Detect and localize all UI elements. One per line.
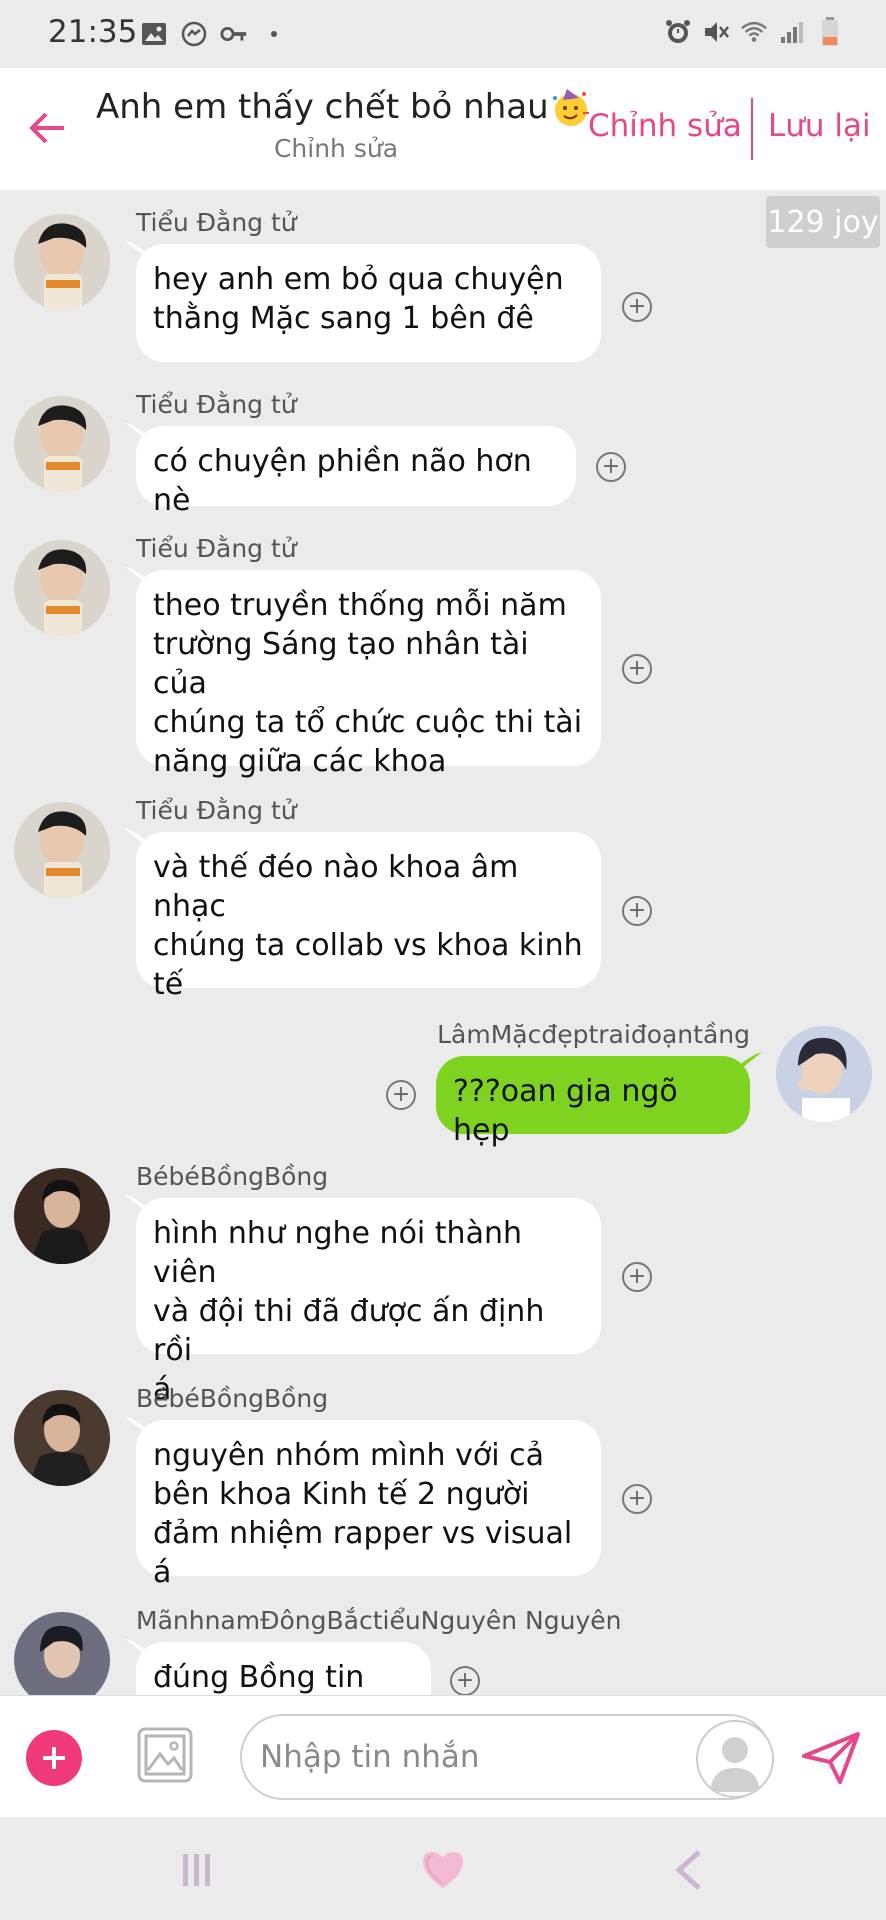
sender-name: Tiểu Đằng tử [136,208,297,237]
header-divider [751,98,753,160]
arrow-left-icon [29,112,64,144]
party-face-icon [549,86,591,128]
user-silhouette-icon [710,1737,760,1792]
avatar[interactable] [14,802,110,898]
chat-title: Anh em thấy chết bỏ nhau [96,87,549,127]
message-list[interactable]: 129 joy Tiểu Đằng tử hey anh em bỏ qua c… [0,190,886,1695]
chat-header: Anh em thấy chết bỏ nhau Chỉnh sửa Chỉnh… [0,68,886,190]
recent-apps-icon [183,1854,210,1886]
alarm-icon [664,18,692,46]
chat-subtitle[interactable]: Chỉnh sửa [96,134,576,163]
home-heart-icon [423,1852,463,1888]
message-bubble[interactable]: theo truyền thống mỗi năm trường Sáng tạ… [124,566,601,779]
image-picker-button[interactable] [136,1726,194,1784]
status-bar: 21:35 [0,0,886,68]
wifi-icon [740,18,768,46]
edit-button[interactable]: Chỉnh sửa [588,108,742,144]
image-icon [137,1727,193,1783]
message-item: Tiểu Đằng tử theo truyền thống mỗi năm t… [0,534,886,780]
message-line: ???oan gia ngõ hẹp [453,1074,678,1148]
sender-name: BébéBồngBồng [136,1384,329,1413]
react-plus-button[interactable]: + [386,1080,416,1110]
messenger-icon [180,20,208,48]
message-bubble[interactable]: hey anh em bỏ qua chuyện thằng Mặc sang … [124,240,601,362]
react-plus-button[interactable]: + [596,452,626,482]
title-block: Anh em thấy chết bỏ nhau Chỉnh sửa [96,86,589,163]
back-icon [675,1850,701,1890]
message-line: hình như nghe nói thành viên [153,1216,522,1290]
avatar[interactable] [14,540,110,636]
message-item: MãnhnamĐôngBắctiểuNguyên Nguyên đúng Bồn… [0,1606,886,1695]
message-line: nguyên nhóm mình với cả [153,1438,544,1473]
message-bubble[interactable]: và thế đéo nào khoa âm nhạc chúng ta col… [124,828,601,1002]
avatar[interactable] [14,214,110,310]
message-line: đúng Bồng tin tức [153,1660,365,1695]
signal-icon [778,18,806,46]
message-line: đảm nhiệm rapper vs visual á [153,1516,573,1590]
avatar[interactable] [14,1390,110,1486]
avatar[interactable] [776,1026,872,1122]
message-line: và đội thi đã được ấn định rồi [153,1294,545,1368]
react-plus-button[interactable]: + [622,1484,652,1514]
status-time: 21:35 [48,14,138,50]
sender-name: Tiểu Đằng tử [136,390,297,419]
avatar[interactable] [14,396,110,492]
message-item: LâmMặcđẹptraiđoạntầng ???oan gia ngõ hẹp… [0,1020,886,1148]
react-plus-button[interactable]: + [622,896,652,926]
react-plus-button[interactable]: + [622,654,652,684]
back-nav-button[interactable] [664,1845,714,1895]
back-button[interactable] [22,102,74,154]
message-line: có chuyện phiền não hơn nè [153,444,532,518]
sticker-avatar-button[interactable] [696,1720,774,1798]
sender-name: Tiểu Đằng tử [136,796,297,825]
recent-apps-button[interactable] [172,1845,222,1895]
message-line: thằng Mặc sang 1 bên đê [153,301,534,336]
avatar[interactable] [14,1612,110,1695]
react-plus-button[interactable]: + [622,292,652,322]
react-plus-button[interactable]: + [450,1666,480,1695]
message-line: theo truyền thống mỗi năm [153,588,567,623]
message-item: Tiểu Đằng tử có chuyện phiền não hơn nè … [0,390,886,518]
message-bubble[interactable]: ???oan gia ngõ hẹp [436,1052,762,1148]
message-item: Tiểu Đằng tử và thế đéo nào khoa âm nhạc… [0,796,886,1002]
message-input[interactable] [240,1714,772,1800]
message-line: và thế đéo nào khoa âm nhạc [153,850,519,924]
mute-icon [702,18,730,46]
message-bubble[interactable]: nguyên nhóm mình với cả bên khoa Kinh tế… [124,1416,601,1590]
save-button[interactable]: Lưu lại [768,108,871,144]
sender-name: Tiểu Đằng tử [136,534,297,563]
gallery-icon [140,20,168,48]
message-item: Tiểu Đằng tử hey anh em bỏ qua chuyện th… [0,208,886,362]
send-icon [802,1732,860,1784]
message-bubble[interactable]: đúng Bồng tin tức [124,1638,431,1695]
message-item: BébéBồngBồng nguyên nhóm mình với cả bên… [0,1384,886,1590]
message-item: BébéBồngBồng hình như nghe nói thành viê… [0,1162,886,1407]
message-line: năng giữa các khoa [153,744,447,779]
dot-icon [260,20,288,48]
add-button[interactable] [26,1730,82,1786]
message-bubble[interactable]: hình như nghe nói thành viên và đội thi … [124,1194,601,1407]
sender-name: BébéBồngBồng [136,1162,329,1191]
message-line: chúng ta collab vs khoa kinh [153,928,583,963]
home-button[interactable] [418,1845,468,1895]
sender-name: LâmMặcđẹptraiđoạntầng [437,1020,750,1049]
system-nav-bar [0,1817,886,1920]
message-line: tế [153,967,184,1002]
message-line: trường Sáng tạo nhân tài của [153,627,529,701]
composer-bar [0,1695,886,1818]
message-line: bên khoa Kinh tế 2 người [153,1477,530,1512]
send-button[interactable] [800,1730,862,1786]
sender-name: MãnhnamĐôngBắctiểuNguyên Nguyên [136,1606,622,1635]
key-icon [220,20,248,48]
react-plus-button[interactable]: + [622,1262,652,1292]
message-line: hey anh em bỏ qua chuyện [153,262,564,297]
plus-icon [43,1747,65,1769]
message-bubble[interactable]: có chuyện phiền não hơn nè [124,422,576,518]
battery-icon [816,17,844,46]
avatar[interactable] [14,1168,110,1264]
message-line: chúng ta tổ chức cuộc thi tài [153,705,583,740]
